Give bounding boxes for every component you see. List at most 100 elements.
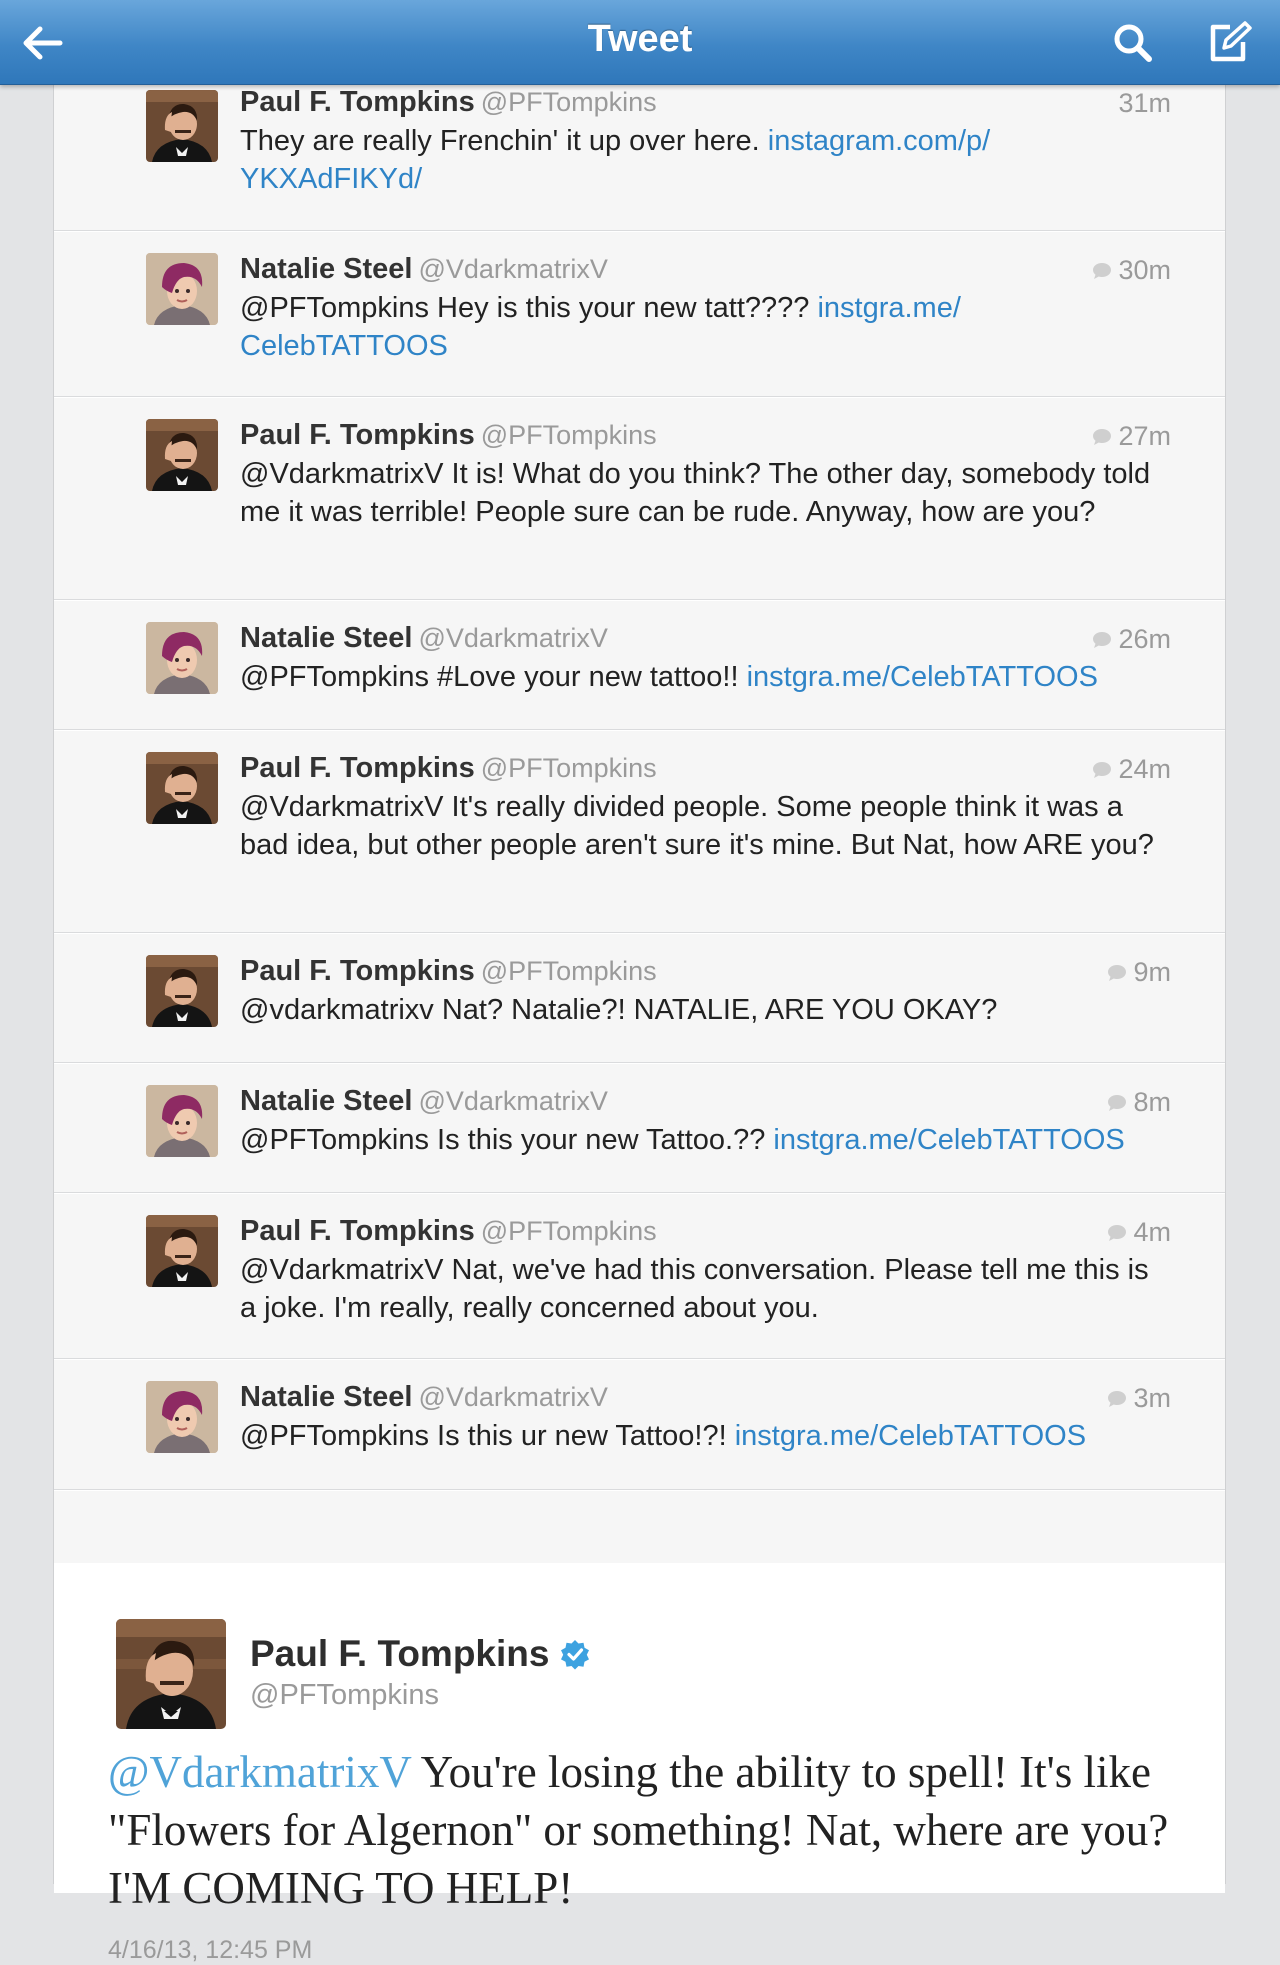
tweet-body: @vdarkmatrixv Nat? Natalie?! NATALIE, AR… [240,994,998,1026]
tweet-header: Paul F. Tompkins @PFTompkins [240,419,657,452]
avatar[interactable] [146,955,218,1027]
tweet-link-cont[interactable]: YKXAdFIKYd/ [240,163,422,195]
avatar[interactable] [146,253,218,325]
tweet-text: @VdarkmatrixV Nat, we've had this conver… [240,1251,1170,1327]
author-handle[interactable]: @VdarkmatrixV [418,1086,607,1116]
tweet-body: @PFTompkins #Love your new tattoo!! [240,661,747,693]
tweet-time: 30m [1092,255,1171,286]
tweet-body: @VdarkmatrixV It's really divided people… [240,791,1154,861]
search-button[interactable] [1108,18,1158,68]
author-handle[interactable]: @PFTompkins [250,1679,439,1712]
tweet-text: @VdarkmatrixV You're losing the ability … [108,1743,1188,1917]
time-label: 8m [1133,1087,1171,1117]
conversation-tweet[interactable]: Natalie Steel @VdarkmatrixV 3m @PFTompkins … [54,1359,1225,1490]
tweet-header: Paul F. Tompkins @PFTompkins [240,955,657,988]
conversation-tweet[interactable]: Paul F. Tompkins @PFTompkins 27m @Vdarkmatr… [54,397,1225,600]
author-name[interactable]: Paul F. Tompkins [240,752,475,784]
mention-link[interactable]: @VdarkmatrixV [108,1747,411,1797]
avatar[interactable] [146,1381,218,1453]
avatar[interactable] [146,622,218,694]
tweet-link[interactable]: instgra.me/CelebTATTOOS [773,1124,1124,1156]
author-handle[interactable]: @PFTompkins [481,956,657,986]
tweet-header: Natalie Steel @VdarkmatrixV [240,1085,608,1118]
author-handle[interactable]: @VdarkmatrixV [418,254,607,284]
tweet-body: @PFTompkins Hey is this your new tatt???… [240,292,818,324]
reply-icon [1108,1094,1127,1111]
tweet-header: Natalie Steel @VdarkmatrixV [240,253,608,286]
author-handle[interactable]: @PFTompkins [481,420,657,450]
tweet-time: 9m [1107,957,1171,988]
conversation-tweet[interactable]: Paul F. Tompkins @PFTompkins 24m @Vdarkmatr… [54,730,1225,933]
tweet-link[interactable]: instgra.me/ [817,292,960,324]
author-name[interactable]: Natalie Steel [240,1381,412,1413]
avatar[interactable] [146,1085,218,1157]
time-label: 26m [1118,624,1171,654]
tweet-text: @PFTompkins Is this ur new Tattoo!?! ins… [240,1417,1170,1455]
author-name[interactable]: Paul F. Tompkins [240,419,475,451]
author-handle[interactable]: @VdarkmatrixV [418,1382,607,1412]
author-handle[interactable]: @PFTompkins [481,87,657,117]
reply-icon [1093,428,1112,445]
avatar[interactable] [146,90,218,162]
tweet-time: 31m [1118,88,1171,119]
tweet-text: @PFTompkins #Love your new tattoo!! inst… [240,658,1170,696]
tweet-time: 8m [1107,1087,1171,1118]
tweet-header: Paul F. Tompkins @PFTompkins [240,86,657,119]
author-name[interactable]: Natalie Steel [240,253,412,285]
tweet-link-cont[interactable]: CelebTATTOOS [240,330,448,362]
page-title: Tweet [587,18,693,60]
avatar[interactable] [146,752,218,824]
conversation-tweet[interactable]: Natalie Steel @VdarkmatrixV 30m @PFTompkins… [54,231,1225,397]
tweet-link[interactable]: instagram.com/p/ [768,125,990,157]
verified-badge-icon [561,1640,590,1670]
tweet-time: 26m [1092,624,1171,655]
author-handle[interactable]: @PFTompkins [481,753,657,783]
author-name[interactable]: Paul F. Tompkins [240,955,475,987]
tweet-body: @PFTompkins Is this your new Tattoo.?? [240,1124,774,1156]
time-label: 4m [1133,1217,1171,1247]
focused-tweet: Paul F. Tompkins @PFTompkins @Vdarkmatri… [54,1563,1225,1964]
conversation-list: Paul F. Tompkins @PFTompkins 31m They are r… [54,84,1225,1490]
tweet-body: @VdarkmatrixV It is! What do you think? … [240,458,1151,528]
tweet-time: 24m [1092,754,1171,785]
reply-icon [1093,761,1112,778]
tweet-time: 3m [1107,1383,1171,1414]
tweet-body: @VdarkmatrixV Nat, we've had this conver… [240,1254,1149,1324]
tweet-time: 27m [1092,421,1171,452]
conversation-tweet[interactable]: Paul F. Tompkins @PFTompkins 9m @vdarkmatri… [54,933,1225,1063]
tweet-text: @VdarkmatrixV It is! What do you think? … [240,455,1170,531]
author-handle[interactable]: @VdarkmatrixV [418,623,607,653]
conversation-tweet[interactable]: Natalie Steel @VdarkmatrixV 8m @PFTompkins … [54,1063,1225,1193]
search-icon [1114,24,1152,62]
time-label: 27m [1118,421,1171,451]
nav-bar: Tweet [0,0,1280,85]
conversation-sheet: Paul F. Tompkins @PFTompkins 31m They are r… [53,84,1226,1964]
compose-button[interactable] [1204,18,1254,68]
author-name[interactable]: Paul F. Tompkins [240,1215,475,1247]
author-handle[interactable]: @PFTompkins [481,1216,657,1246]
time-label: 30m [1118,255,1171,285]
tweet-header: Paul F. Tompkins @PFTompkins [240,752,657,785]
author-name[interactable]: Natalie Steel [240,622,412,654]
conversation-tweet[interactable]: Natalie Steel @VdarkmatrixV 26m @PFTompkins… [54,600,1225,730]
author-name[interactable]: Natalie Steel [240,1085,412,1117]
avatar[interactable] [116,1619,226,1729]
tweet-link[interactable]: instgra.me/CelebTATTOOS [747,661,1098,693]
tweet-header: Natalie Steel @VdarkmatrixV [240,1381,608,1414]
conversation-tweet[interactable]: Paul F. Tompkins @PFTompkins 31m They are r… [54,84,1225,231]
reply-icon [1108,964,1127,981]
time-label: 9m [1133,957,1171,987]
avatar-image [116,1619,226,1729]
avatar[interactable] [146,1215,218,1287]
tweet-text: @PFTompkins Hey is this your new tatt???… [240,289,1170,365]
author-name[interactable]: Paul F. Tompkins [240,86,475,118]
compose-icon [1210,21,1252,62]
reply-icon [1093,631,1112,648]
tweet-link[interactable]: instgra.me/CelebTATTOOS [735,1420,1086,1452]
reply-icon [1093,262,1112,279]
author-name-text: Paul F. Tompkins [250,1633,550,1674]
avatar[interactable] [146,419,218,491]
tweet-time: 4m [1107,1217,1171,1248]
conversation-tweet[interactable]: Paul F. Tompkins @PFTompkins 4m @Vdarkmatri… [54,1193,1225,1359]
author-name[interactable]: Paul F. Tompkins [250,1633,591,1675]
